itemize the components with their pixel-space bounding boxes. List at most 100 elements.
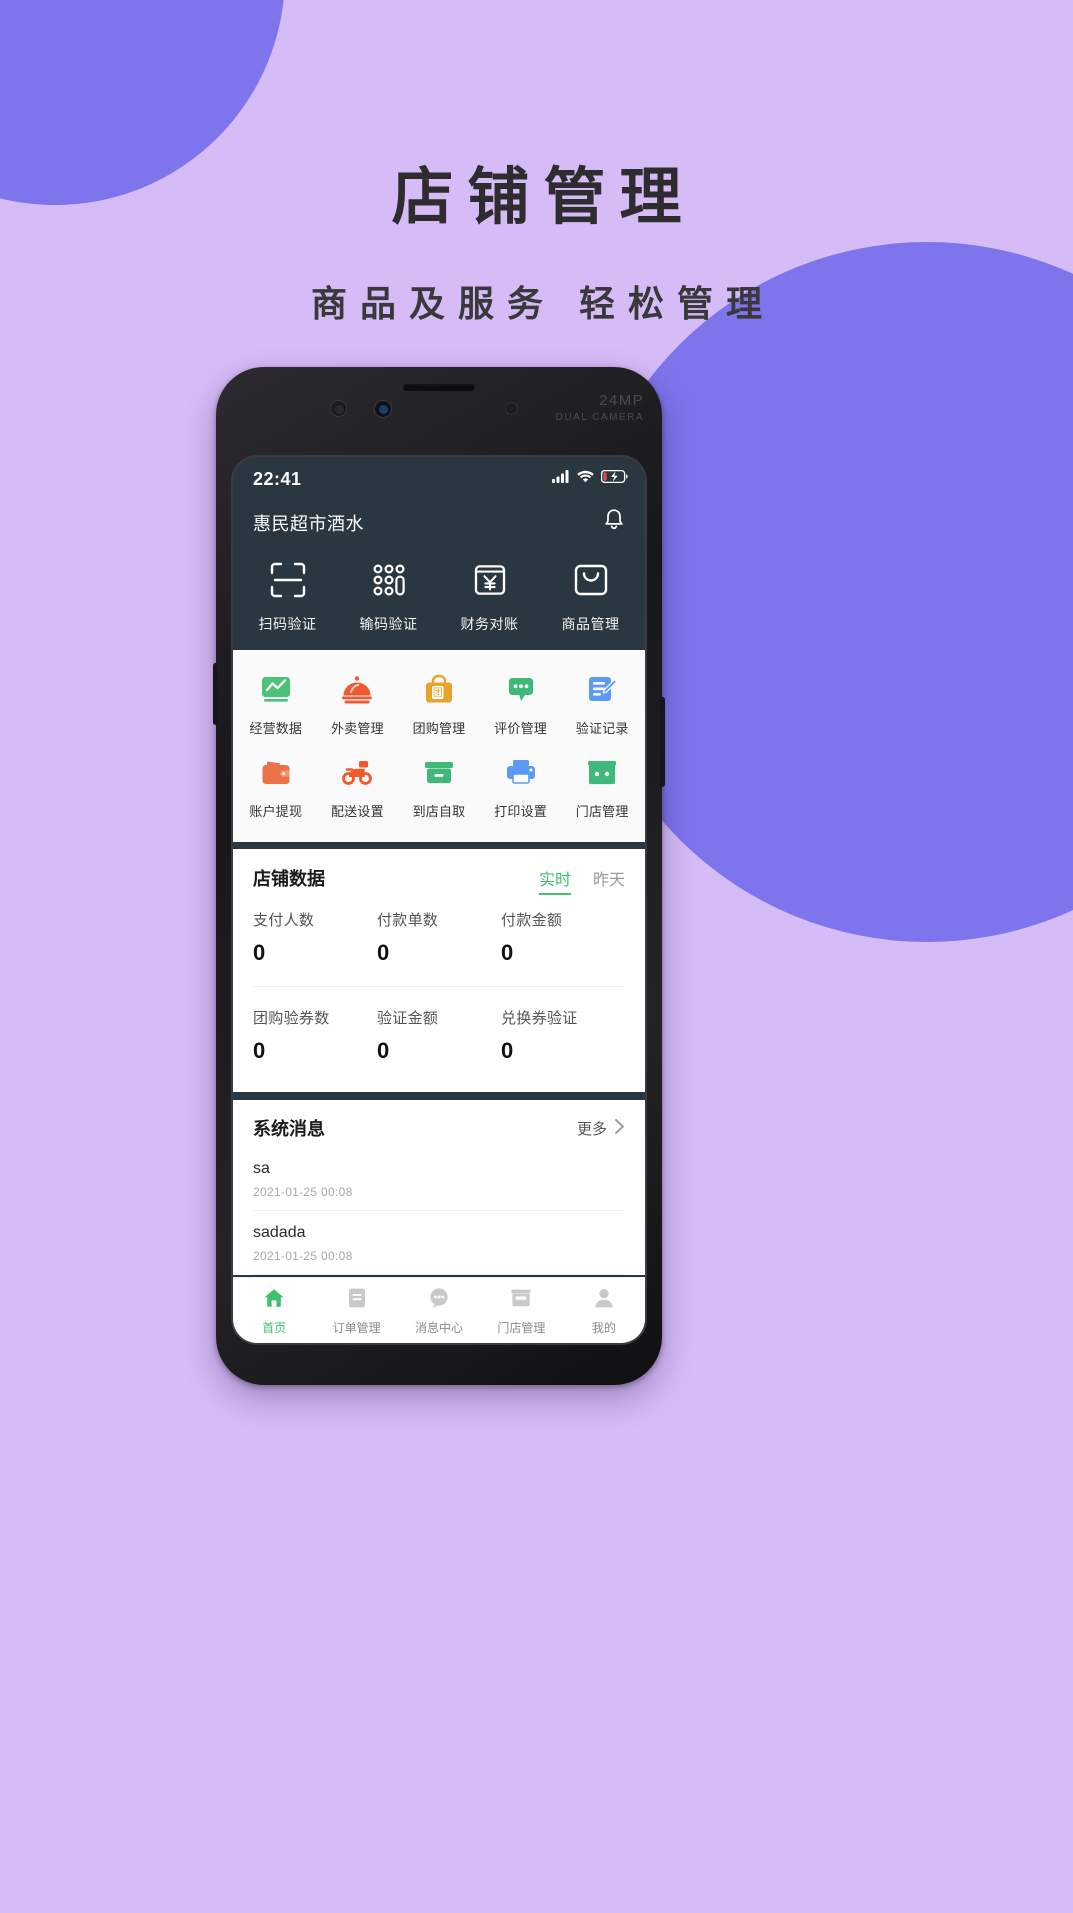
bell-icon[interactable] bbox=[601, 507, 627, 538]
grid-item-label: 外卖管理 bbox=[330, 721, 384, 736]
tab-order-management[interactable]: 订单管理 bbox=[315, 1286, 397, 1336]
tab-message-center[interactable]: 消息中心 bbox=[398, 1286, 480, 1336]
storefront-icon bbox=[509, 1286, 533, 1315]
comment-bubble-icon bbox=[504, 672, 538, 711]
grid-item-printer-settings[interactable]: 打印设置 bbox=[480, 747, 562, 830]
status-bar: 22:41 bbox=[233, 457, 645, 501]
grid-item-label: 打印设置 bbox=[494, 804, 547, 819]
signal-bars-icon bbox=[552, 470, 570, 488]
bottom-tab-bar: 首页 订单管理 消息中心 门店管理 我的 bbox=[233, 1277, 645, 1343]
stat-label: 验证金额 bbox=[377, 1010, 439, 1027]
quick-action-finance[interactable]: 财务对账 bbox=[439, 560, 540, 634]
box-icon bbox=[422, 755, 456, 794]
shop-name: 惠民超市酒水 bbox=[253, 513, 364, 534]
tab-yesterday[interactable]: 昨天 bbox=[593, 866, 625, 893]
stat-value: 0 bbox=[377, 1038, 390, 1063]
chevron-right-icon bbox=[614, 1118, 625, 1139]
quick-action-label: 输码验证 bbox=[359, 616, 418, 632]
stat-label: 兑换券验证 bbox=[501, 1010, 578, 1027]
stat-value: 0 bbox=[501, 940, 514, 965]
grid-item-label: 团购管理 bbox=[412, 721, 466, 736]
phone-screen: 22:41 惠民超市酒水 扫码验证 输码验证 财务对账 商品管理 经营数据 外卖… bbox=[231, 455, 647, 1345]
quick-action-label: 商品管理 bbox=[561, 616, 620, 632]
stat-value: 0 bbox=[253, 1038, 266, 1063]
scan-code-icon bbox=[268, 560, 308, 605]
group-buy-bag-icon: 团 bbox=[422, 672, 456, 711]
quick-action-scan[interactable]: 扫码验证 bbox=[237, 560, 338, 634]
tab-home[interactable]: 首页 bbox=[233, 1286, 315, 1336]
phone-top-bezel: 24MP DUAL CAMERA bbox=[216, 367, 662, 459]
stat-value: 0 bbox=[377, 940, 390, 965]
more-messages-button[interactable]: 更多 bbox=[577, 1118, 625, 1139]
system-messages-title: 系统消息 bbox=[253, 1119, 325, 1139]
grid-item-withdraw[interactable]: 账户提现 bbox=[235, 747, 317, 830]
wifi-icon bbox=[577, 470, 594, 488]
ir-sensor-icon bbox=[330, 400, 347, 417]
shop-data-title: 店铺数据 bbox=[253, 869, 325, 889]
quick-action-goods[interactable]: 商品管理 bbox=[540, 560, 641, 634]
document-edit-icon bbox=[585, 672, 619, 711]
tab-label: 订单管理 bbox=[332, 1320, 381, 1335]
shop-data-card: 店铺数据 实时 昨天 支付人数 0 付款单数 0 付款金额 0 团购验券数 0 … bbox=[233, 849, 645, 1092]
grid-item-business-data[interactable]: 经营数据 bbox=[235, 664, 317, 747]
phone-mockup: 24MP DUAL CAMERA 22:41 惠民超市酒水 扫码验证 输码验证 … bbox=[213, 367, 665, 1385]
grid-item-label: 经营数据 bbox=[249, 721, 303, 736]
stat-verify-amount: 验证金额 0 bbox=[377, 1007, 501, 1064]
food-cloche-icon bbox=[340, 672, 374, 711]
grid-item-reviews[interactable]: 评价管理 bbox=[480, 664, 562, 747]
list-item[interactable]: sadada 2021-01-25 00:08 bbox=[253, 1211, 625, 1275]
stat-paid-users: 支付人数 0 bbox=[253, 909, 377, 966]
camera-mp-label: 24MP bbox=[599, 392, 644, 409]
more-label: 更多 bbox=[576, 1120, 607, 1138]
order-list-icon bbox=[345, 1286, 369, 1315]
stat-groupbuy-vouchers: 团购验券数 0 bbox=[253, 1007, 377, 1064]
message-time: 2021-01-25 00:08 bbox=[253, 1249, 353, 1263]
stat-row-secondary: 团购验券数 0 验证金额 0 兑换券验证 0 bbox=[253, 986, 625, 1084]
message-text: sa bbox=[253, 1160, 270, 1177]
tab-label: 我的 bbox=[591, 1320, 616, 1335]
stat-value: 0 bbox=[501, 1038, 514, 1063]
feature-grid-card: 经营数据 外卖管理 团 团购管理 评价管理 验证记录 账户提现 配送设置 到店自… bbox=[233, 650, 645, 842]
grid-item-group-buy[interactable]: 团 团购管理 bbox=[398, 664, 480, 747]
tab-store-management[interactable]: 门店管理 bbox=[480, 1286, 562, 1336]
grid-item-label: 配送设置 bbox=[330, 804, 384, 819]
grid-item-takeaway[interactable]: 外卖管理 bbox=[317, 664, 399, 747]
svg-text:团: 团 bbox=[433, 687, 443, 699]
app-scroll-area[interactable]: 22:41 惠民超市酒水 扫码验证 输码验证 财务对账 商品管理 经营数据 外卖… bbox=[233, 457, 645, 1303]
shopping-bag-icon bbox=[571, 560, 611, 605]
camera-branding: 24MP DUAL CAMERA bbox=[556, 391, 644, 425]
feature-grid-row: 账户提现 配送设置 到店自取 打印设置 门店管理 bbox=[235, 747, 643, 830]
stat-row-primary: 支付人数 0 付款单数 0 付款金额 0 bbox=[253, 895, 625, 986]
home-icon bbox=[262, 1286, 286, 1315]
quick-action-input-code[interactable]: 输码验证 bbox=[338, 560, 439, 634]
grid-item-pickup[interactable]: 到店自取 bbox=[398, 747, 480, 830]
grid-item-label: 评价管理 bbox=[494, 721, 547, 736]
user-icon bbox=[592, 1286, 616, 1315]
quick-action-label: 扫码验证 bbox=[258, 616, 317, 632]
shop-data-tabs: 实时 昨天 bbox=[538, 866, 625, 895]
stat-label: 付款金额 bbox=[501, 912, 563, 929]
grid-item-label: 门店管理 bbox=[575, 804, 629, 819]
page-title: 店铺管理 bbox=[391, 163, 696, 232]
stat-label: 付款单数 bbox=[377, 912, 439, 929]
grid-item-label: 账户提现 bbox=[249, 804, 303, 819]
wallet-icon bbox=[259, 755, 293, 794]
quick-actions-bar: 扫码验证 输码验证 财务对账 商品管理 bbox=[233, 548, 645, 650]
tab-realtime[interactable]: 实时 bbox=[538, 866, 571, 895]
grid-item-verify-record[interactable]: 验证记录 bbox=[561, 664, 643, 747]
power-button[interactable] bbox=[660, 697, 665, 787]
message-time: 2021-01-25 00:08 bbox=[253, 1185, 353, 1199]
list-item[interactable]: sa 2021-01-25 00:08 bbox=[253, 1147, 625, 1211]
stat-label: 团购验券数 bbox=[253, 1010, 330, 1027]
shop-data-header: 店铺数据 实时 昨天 bbox=[253, 865, 625, 895]
battery-charging-icon bbox=[600, 469, 628, 488]
grid-item-label: 到店自取 bbox=[412, 804, 466, 819]
tab-label: 门店管理 bbox=[497, 1320, 546, 1335]
stat-exchange-voucher: 兑换券验证 0 bbox=[501, 1007, 625, 1064]
grid-item-delivery-settings[interactable]: 配送设置 bbox=[317, 747, 399, 830]
message-text: sadada bbox=[253, 1224, 306, 1241]
volume-button[interactable] bbox=[213, 663, 218, 725]
message-bubble-icon bbox=[427, 1286, 451, 1315]
tab-profile[interactable]: 我的 bbox=[563, 1286, 645, 1336]
grid-item-store-management[interactable]: 门店管理 bbox=[561, 747, 643, 830]
